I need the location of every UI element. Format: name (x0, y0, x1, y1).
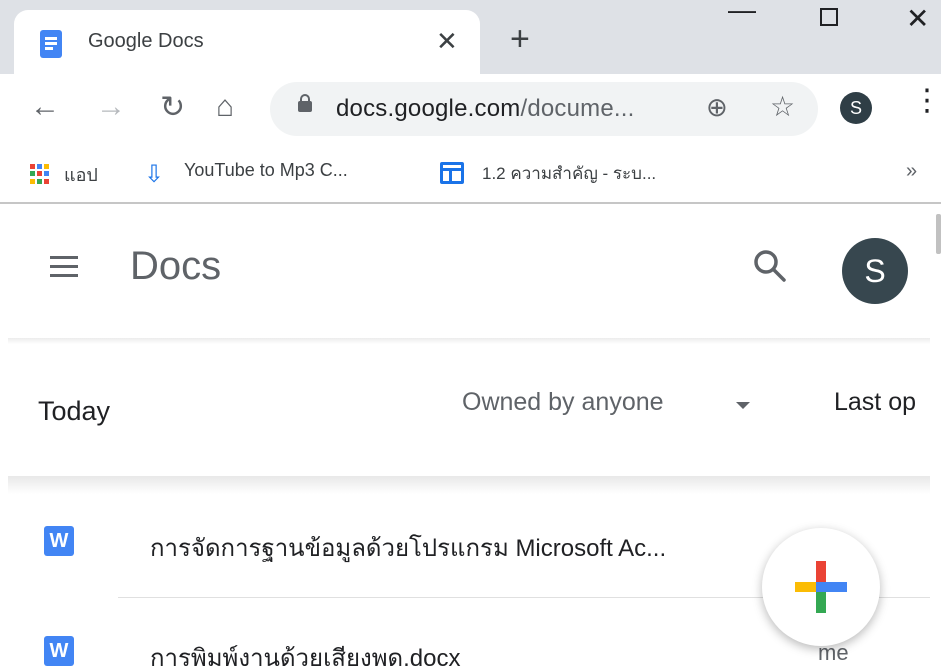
bookmark-youtube-mp3[interactable]: YouTube to Mp3 C... (184, 160, 348, 181)
url-path: /docume... (520, 95, 635, 122)
docs-favicon-icon (40, 30, 62, 58)
url-host: docs.google.com (336, 95, 521, 122)
browser-menu-icon[interactable]: ⋮ (912, 86, 941, 116)
profile-avatar[interactable]: S (840, 92, 872, 124)
create-new-document-button[interactable] (762, 528, 880, 646)
account-avatar[interactable]: S (842, 238, 908, 304)
tab-title: Google Docs (88, 30, 204, 52)
app-title: Docs (130, 244, 222, 288)
scrollbar-thumb[interactable] (936, 214, 941, 254)
tab-close-icon[interactable]: ✕ (436, 26, 458, 57)
colored-plus-icon (795, 561, 847, 613)
sort-order-label[interactable]: Last op (834, 388, 916, 417)
sites-icon[interactable] (440, 162, 464, 184)
divider (8, 476, 930, 494)
reload-icon[interactable]: ↻ (160, 90, 185, 125)
window-close-button[interactable]: ✕ (906, 2, 929, 35)
docs-app-bar: Docs S (0, 206, 930, 330)
browser-tab[interactable]: Google Docs ✕ (14, 10, 480, 74)
back-arrow-icon[interactable]: ← (30, 90, 60, 124)
file-name: การจัดการฐานข้อมูลด้วยโปรแกรม Microsoft … (150, 535, 667, 562)
bookmark-importance[interactable]: 1.2 ความสำคัญ - ระบ... (482, 160, 656, 187)
lock-icon[interactable] (298, 94, 312, 112)
file-name: การพิมพ์งานด้วยเสียงพูด.docx (150, 645, 461, 667)
word-file-icon: W (44, 526, 74, 556)
bookmarks-overflow-button[interactable]: » (906, 160, 917, 183)
main-menu-icon[interactable] (50, 256, 78, 277)
apps-grid-icon[interactable] (30, 164, 50, 184)
caret-down-icon[interactable] (736, 402, 750, 409)
forward-arrow-icon[interactable]: → (96, 90, 126, 124)
filter-row: Today Owned by anyone Last op (0, 344, 930, 474)
address-bar[interactable]: docs.google.com/docume... ⊕ ☆ (270, 82, 818, 136)
cloud-download-icon[interactable]: ⇩ (144, 160, 164, 189)
home-icon[interactable]: ⌂ (216, 90, 234, 124)
browser-toolbar: ← → ↻ ⌂ docs.google.com/docume... ⊕ ☆ S … (0, 74, 941, 156)
section-title: Today (38, 396, 111, 426)
word-file-icon: W (44, 636, 74, 666)
search-icon[interactable] (750, 246, 790, 286)
bookmark-star-icon[interactable]: ☆ (770, 90, 795, 123)
new-tab-button[interactable]: + (510, 22, 530, 56)
url-text[interactable]: docs.google.com/docume... (336, 95, 635, 123)
maximize-button[interactable] (820, 8, 838, 26)
tab-strip: Google Docs ✕ + — ✕ (0, 0, 941, 74)
minimize-button[interactable]: — (728, 0, 756, 26)
bookmark-apps[interactable]: แอป (64, 160, 98, 189)
zoom-icon[interactable]: ⊕ (706, 92, 728, 123)
owner-filter-dropdown[interactable]: Owned by anyone (462, 388, 664, 417)
bookmarks-bar: แอป ⇩ YouTube to Mp3 C... 1.2 ความสำคัญ … (0, 146, 941, 204)
